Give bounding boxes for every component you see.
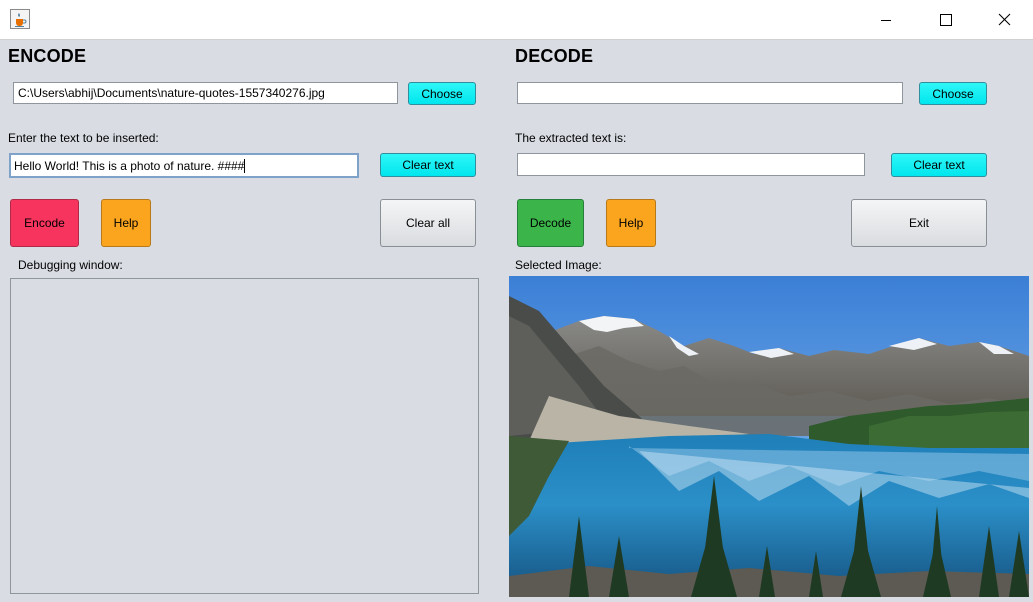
selected-image-label: Selected Image: — [515, 258, 602, 272]
encode-file-path-field[interactable]: C:\Users\abhij\Documents\nature-quotes-1… — [13, 82, 398, 104]
encode-button[interactable]: Encode — [10, 199, 79, 247]
decode-button[interactable]: Decode — [517, 199, 584, 247]
text-caret — [244, 158, 246, 173]
encode-text-input[interactable]: Hello World! This is a photo of nature. … — [9, 153, 359, 178]
encode-text-prompt: Enter the text to be inserted: — [8, 131, 159, 145]
debugging-window-label: Debugging window: — [18, 258, 123, 272]
decode-file-path-field[interactable] — [517, 82, 903, 104]
encode-text-value: Hello World! This is a photo of nature. … — [14, 158, 245, 173]
extracted-text-prompt: The extracted text is: — [515, 131, 627, 145]
close-icon — [998, 13, 1010, 26]
encode-help-button[interactable]: Help — [101, 199, 151, 247]
minimize-icon — [881, 19, 891, 21]
selected-image — [509, 276, 1029, 597]
maximize-icon — [940, 13, 952, 26]
decode-choose-button[interactable]: Choose — [919, 82, 987, 105]
decode-help-button[interactable]: Help — [606, 199, 656, 247]
decode-heading: DECODE — [515, 46, 594, 66]
close-button[interactable] — [975, 0, 1033, 39]
clear-all-button[interactable]: Clear all — [380, 199, 476, 247]
extracted-text-field[interactable] — [517, 153, 865, 176]
exit-button[interactable]: Exit — [851, 199, 987, 247]
java-cup-icon[interactable] — [10, 9, 30, 29]
decode-clear-text-button[interactable]: Clear text — [891, 153, 987, 177]
encode-choose-button[interactable]: Choose — [408, 82, 476, 105]
debugging-window[interactable] — [10, 278, 479, 594]
maximize-button[interactable] — [917, 0, 975, 39]
encode-heading: ENCODE — [8, 46, 87, 66]
minimize-button[interactable] — [857, 0, 915, 39]
encode-clear-text-button[interactable]: Clear text — [380, 153, 476, 177]
title-bar — [0, 0, 1033, 40]
